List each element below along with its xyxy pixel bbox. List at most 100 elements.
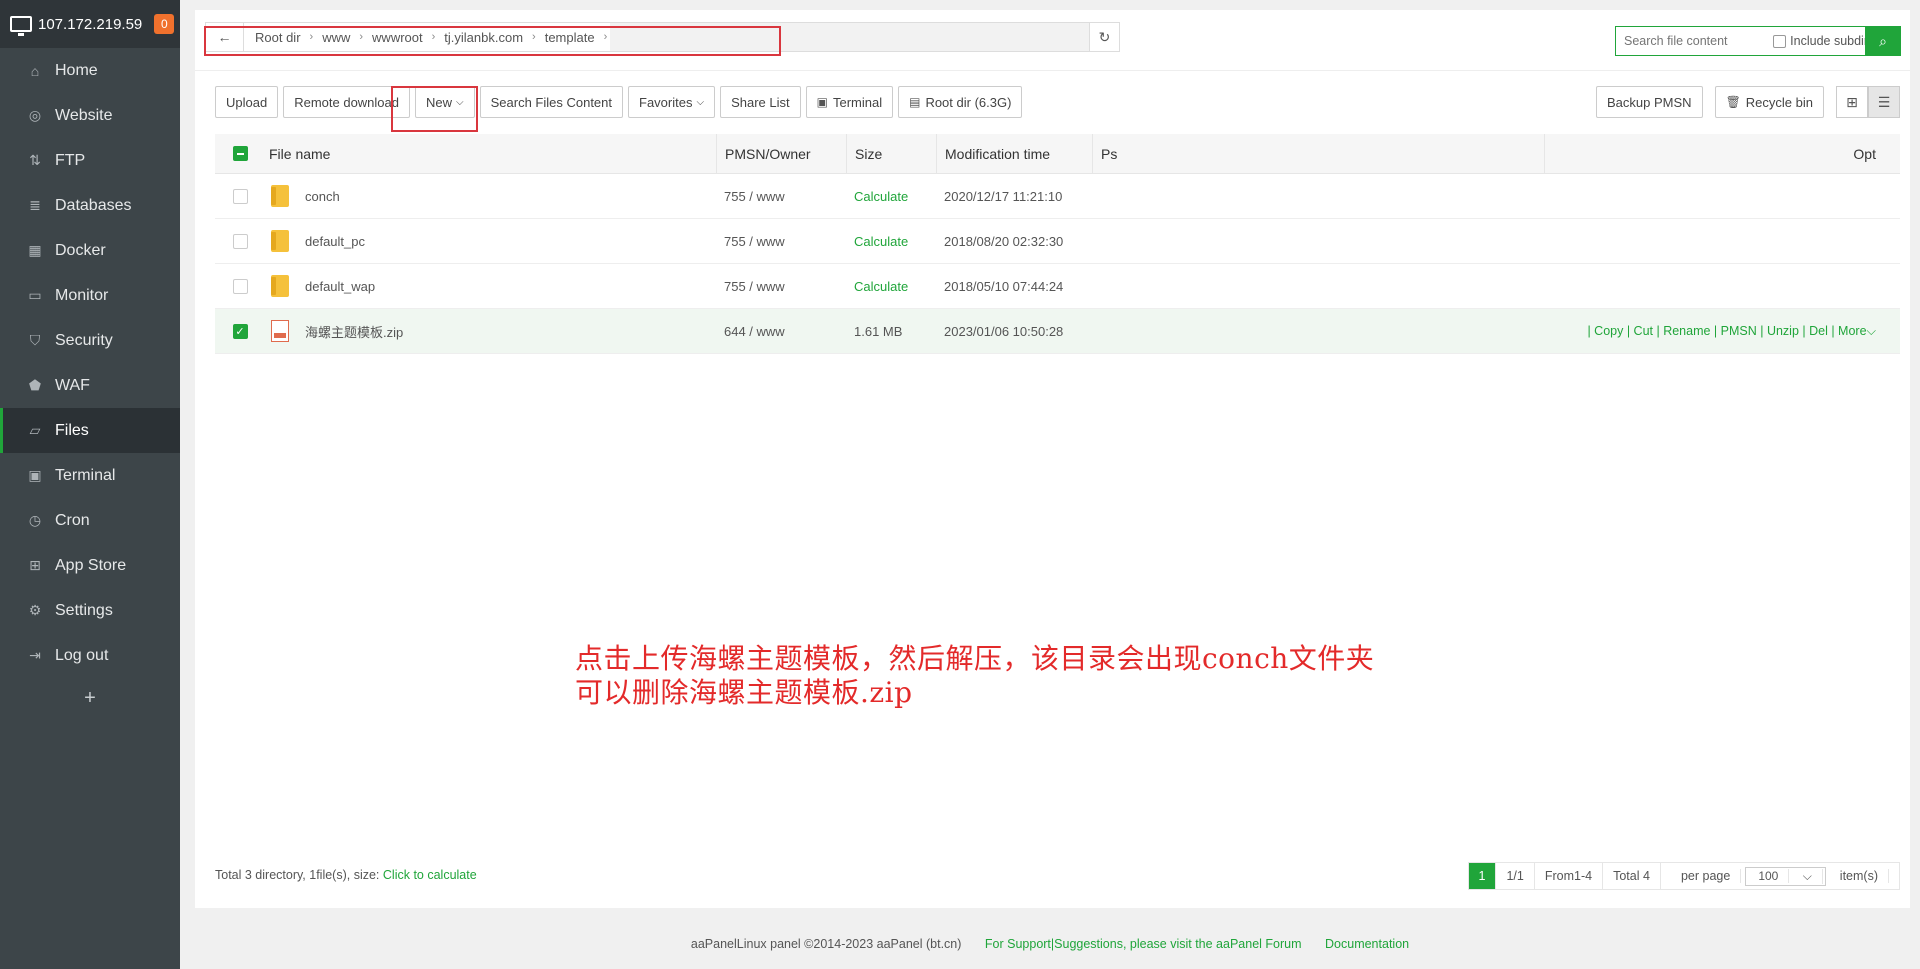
time-cell: 2023/01/06 10:50:28 [944, 323, 1064, 339]
row-checkbox[interactable] [232, 278, 248, 294]
file-name[interactable]: default_wap [305, 279, 375, 294]
sidebar-item-label: Files [55, 421, 89, 439]
time-cell: 2020/12/17 11:21:10 [944, 188, 1063, 204]
size-cell[interactable]: Calculate [846, 279, 936, 294]
size-cell[interactable]: Calculate [846, 189, 936, 204]
notification-badge[interactable]: 0 [154, 14, 175, 34]
upload-button[interactable]: Upload [215, 86, 279, 118]
row-checkbox[interactable]: ✓ [232, 323, 248, 339]
sidebar-item-databases[interactable]: ≣ Databases [0, 183, 180, 228]
row-operations[interactable]: | Copy | Cut | Rename | PMSN | Unzip | D… [1544, 324, 1900, 339]
pagination: 1 1/1 From1-4 Total 4 per page 100 ⌵ ite… [1467, 862, 1900, 890]
sidebar-item-cron[interactable]: ◷ Cron [0, 498, 180, 543]
recycle-bin-button[interactable]: 🗑 Recycle bin [1714, 86, 1824, 118]
support-forum-link[interactable]: For Support|Suggestions, please visit th… [985, 937, 1302, 951]
add-menu-button[interactable]: + [0, 678, 180, 718]
terminal-button[interactable]: ▣ Terminal [805, 86, 894, 118]
file-name-cell[interactable]: 海螺主题模板.zip [265, 320, 716, 342]
backup-pmsn-button[interactable]: Backup PMSN [1596, 86, 1703, 118]
server-ip: 107.172.219.59 [38, 15, 143, 33]
monitor-screen-icon [10, 16, 32, 36]
toolbar: Upload Remote download New ⌵ Search Files… [215, 86, 1027, 118]
database-icon: ≣ [29, 197, 41, 213]
row-checkbox[interactable] [232, 188, 248, 204]
table-row[interactable]: default_wap 755 / www Calculate 2018/05/10 … [215, 264, 1900, 309]
sidebar-item-label: Settings [55, 601, 113, 619]
sidebar-item-label: Databases [55, 196, 132, 214]
sidebar-item-log-out[interactable]: ⇥ Log out [0, 633, 180, 678]
sidebar-item-terminal[interactable]: ▣ Terminal [0, 453, 180, 498]
zip-file-icon [271, 320, 289, 342]
trash-icon: 🗑 [1725, 95, 1741, 109]
refresh-icon[interactable]: ↻ [1089, 23, 1119, 51]
sidebar-item-label: Docker [55, 241, 106, 259]
size-cell[interactable]: Calculate [846, 234, 936, 249]
file-name[interactable]: 海螺主题模板.zip [305, 322, 403, 341]
sidebar-item-settings[interactable]: ⚙ Settings [0, 588, 180, 633]
perm-cell[interactable]: 755 / www [716, 234, 846, 249]
size-cell: 1.61 MB [854, 323, 903, 339]
divider [195, 70, 1910, 71]
header-pmsn-owner[interactable]: PMSN/Owner [716, 133, 846, 174]
header-modification-time[interactable]: Modification time [936, 133, 1092, 174]
search-files-content-button[interactable]: Search Files Content [479, 86, 624, 118]
per-page-label: per page [1671, 869, 1742, 883]
file-name[interactable]: conch [305, 189, 340, 204]
row-checkbox[interactable] [232, 233, 248, 249]
sidebar-item-app-store[interactable]: ⊞ App Store [0, 543, 180, 588]
sidebar-item-ftp[interactable]: ⇅ FTP [0, 138, 180, 183]
folder-icon [271, 230, 289, 252]
share-list-button[interactable]: Share List [720, 86, 801, 118]
sidebar-item-docker[interactable]: ▦ Docker [0, 228, 180, 273]
root-dir-button[interactable]: ▤ Root dir (6.3G) [898, 86, 1023, 118]
table-row[interactable]: ✓ 海螺主题模板.zip 644 / www 1.61 MB 2023/01/06 10… [215, 309, 1900, 354]
share-list-label: Share List [731, 94, 790, 110]
table-row[interactable]: conch 755 / www Calculate 2020/12/17 11:21:… [215, 174, 1900, 219]
row-check-cell: ✓ [215, 323, 265, 339]
grid-view-icon[interactable]: ⊞ [1836, 86, 1868, 118]
header-ps: Ps [1092, 133, 1544, 174]
docker-icon: ▦ [28, 242, 42, 258]
file-name-cell[interactable]: default_pc [265, 230, 716, 252]
search-icon[interactable]: ⌕ [1865, 26, 1901, 56]
select-all-checkbox[interactable] [232, 146, 248, 161]
sidebar-item-label: Log out [55, 646, 109, 664]
summary-text: Total 3 directory, 1file(s), size: [215, 868, 380, 882]
header-size[interactable]: Size [846, 133, 936, 174]
file-name[interactable]: default_pc [305, 234, 365, 249]
sidebar-item-security[interactable]: ⛉ Security [0, 318, 180, 363]
file-name-cell[interactable]: default_wap [265, 275, 716, 297]
disk-icon: ▤ [909, 95, 921, 109]
sidebar-item-monitor[interactable]: ▭ Monitor [0, 273, 180, 318]
perm-cell[interactable]: 755 / www [716, 189, 846, 204]
per-page-select[interactable]: 100 ⌵ [1745, 866, 1826, 886]
search-file-content-input[interactable] [1616, 34, 1774, 48]
list-view-icon[interactable]: ☰ [1868, 86, 1900, 118]
sidebar-item-home[interactable]: ⌂ Home [0, 48, 180, 93]
terminal-icon: ▣ [28, 467, 42, 483]
folder-icon [271, 185, 289, 207]
sidebar-item-website[interactable]: ◎ Website [0, 93, 180, 138]
table-header: File name PMSN/Owner Size Modification t… [215, 133, 1900, 174]
sidebar-item-waf[interactable]: ⬟ WAF [0, 363, 180, 408]
perm-cell[interactable]: 755 / www [716, 279, 846, 294]
sidebar-item-files[interactable]: ▱ Files [0, 408, 180, 453]
include-subdir-checkbox[interactable]: Include subdir [1773, 34, 1874, 48]
click-to-calculate-link[interactable]: Click to calculate [383, 868, 477, 882]
file-name-cell[interactable]: conch [265, 185, 716, 207]
sidebar-item-label: WAF [55, 376, 90, 394]
terminal-label: Terminal [832, 94, 883, 110]
checkbox-square[interactable] [1773, 34, 1787, 48]
per-page-value: 100 [1748, 869, 1790, 883]
perm-cell[interactable]: 644 / www [716, 324, 846, 339]
time-cell: 2018/08/20 02:32:30 [944, 233, 1064, 249]
file-manager-panel: ← Root dir › www › wwwroot › tj.yilanbk.com › te… [195, 10, 1910, 908]
favorites-dropdown-button[interactable]: Favorites ⌵ [628, 86, 716, 118]
documentation-link[interactable]: Documentation [1325, 937, 1409, 951]
table-row[interactable]: default_pc 755 / www Calculate 2018/08/20 0… [215, 219, 1900, 264]
folder-icon: ▱ [29, 422, 41, 438]
page-current[interactable]: 1 [1468, 863, 1497, 889]
chevron-down-icon: ⌵ [1793, 868, 1823, 884]
header-file-name[interactable]: File name [265, 146, 716, 162]
server-header[interactable]: 107.172.219.59 0 [0, 0, 180, 48]
